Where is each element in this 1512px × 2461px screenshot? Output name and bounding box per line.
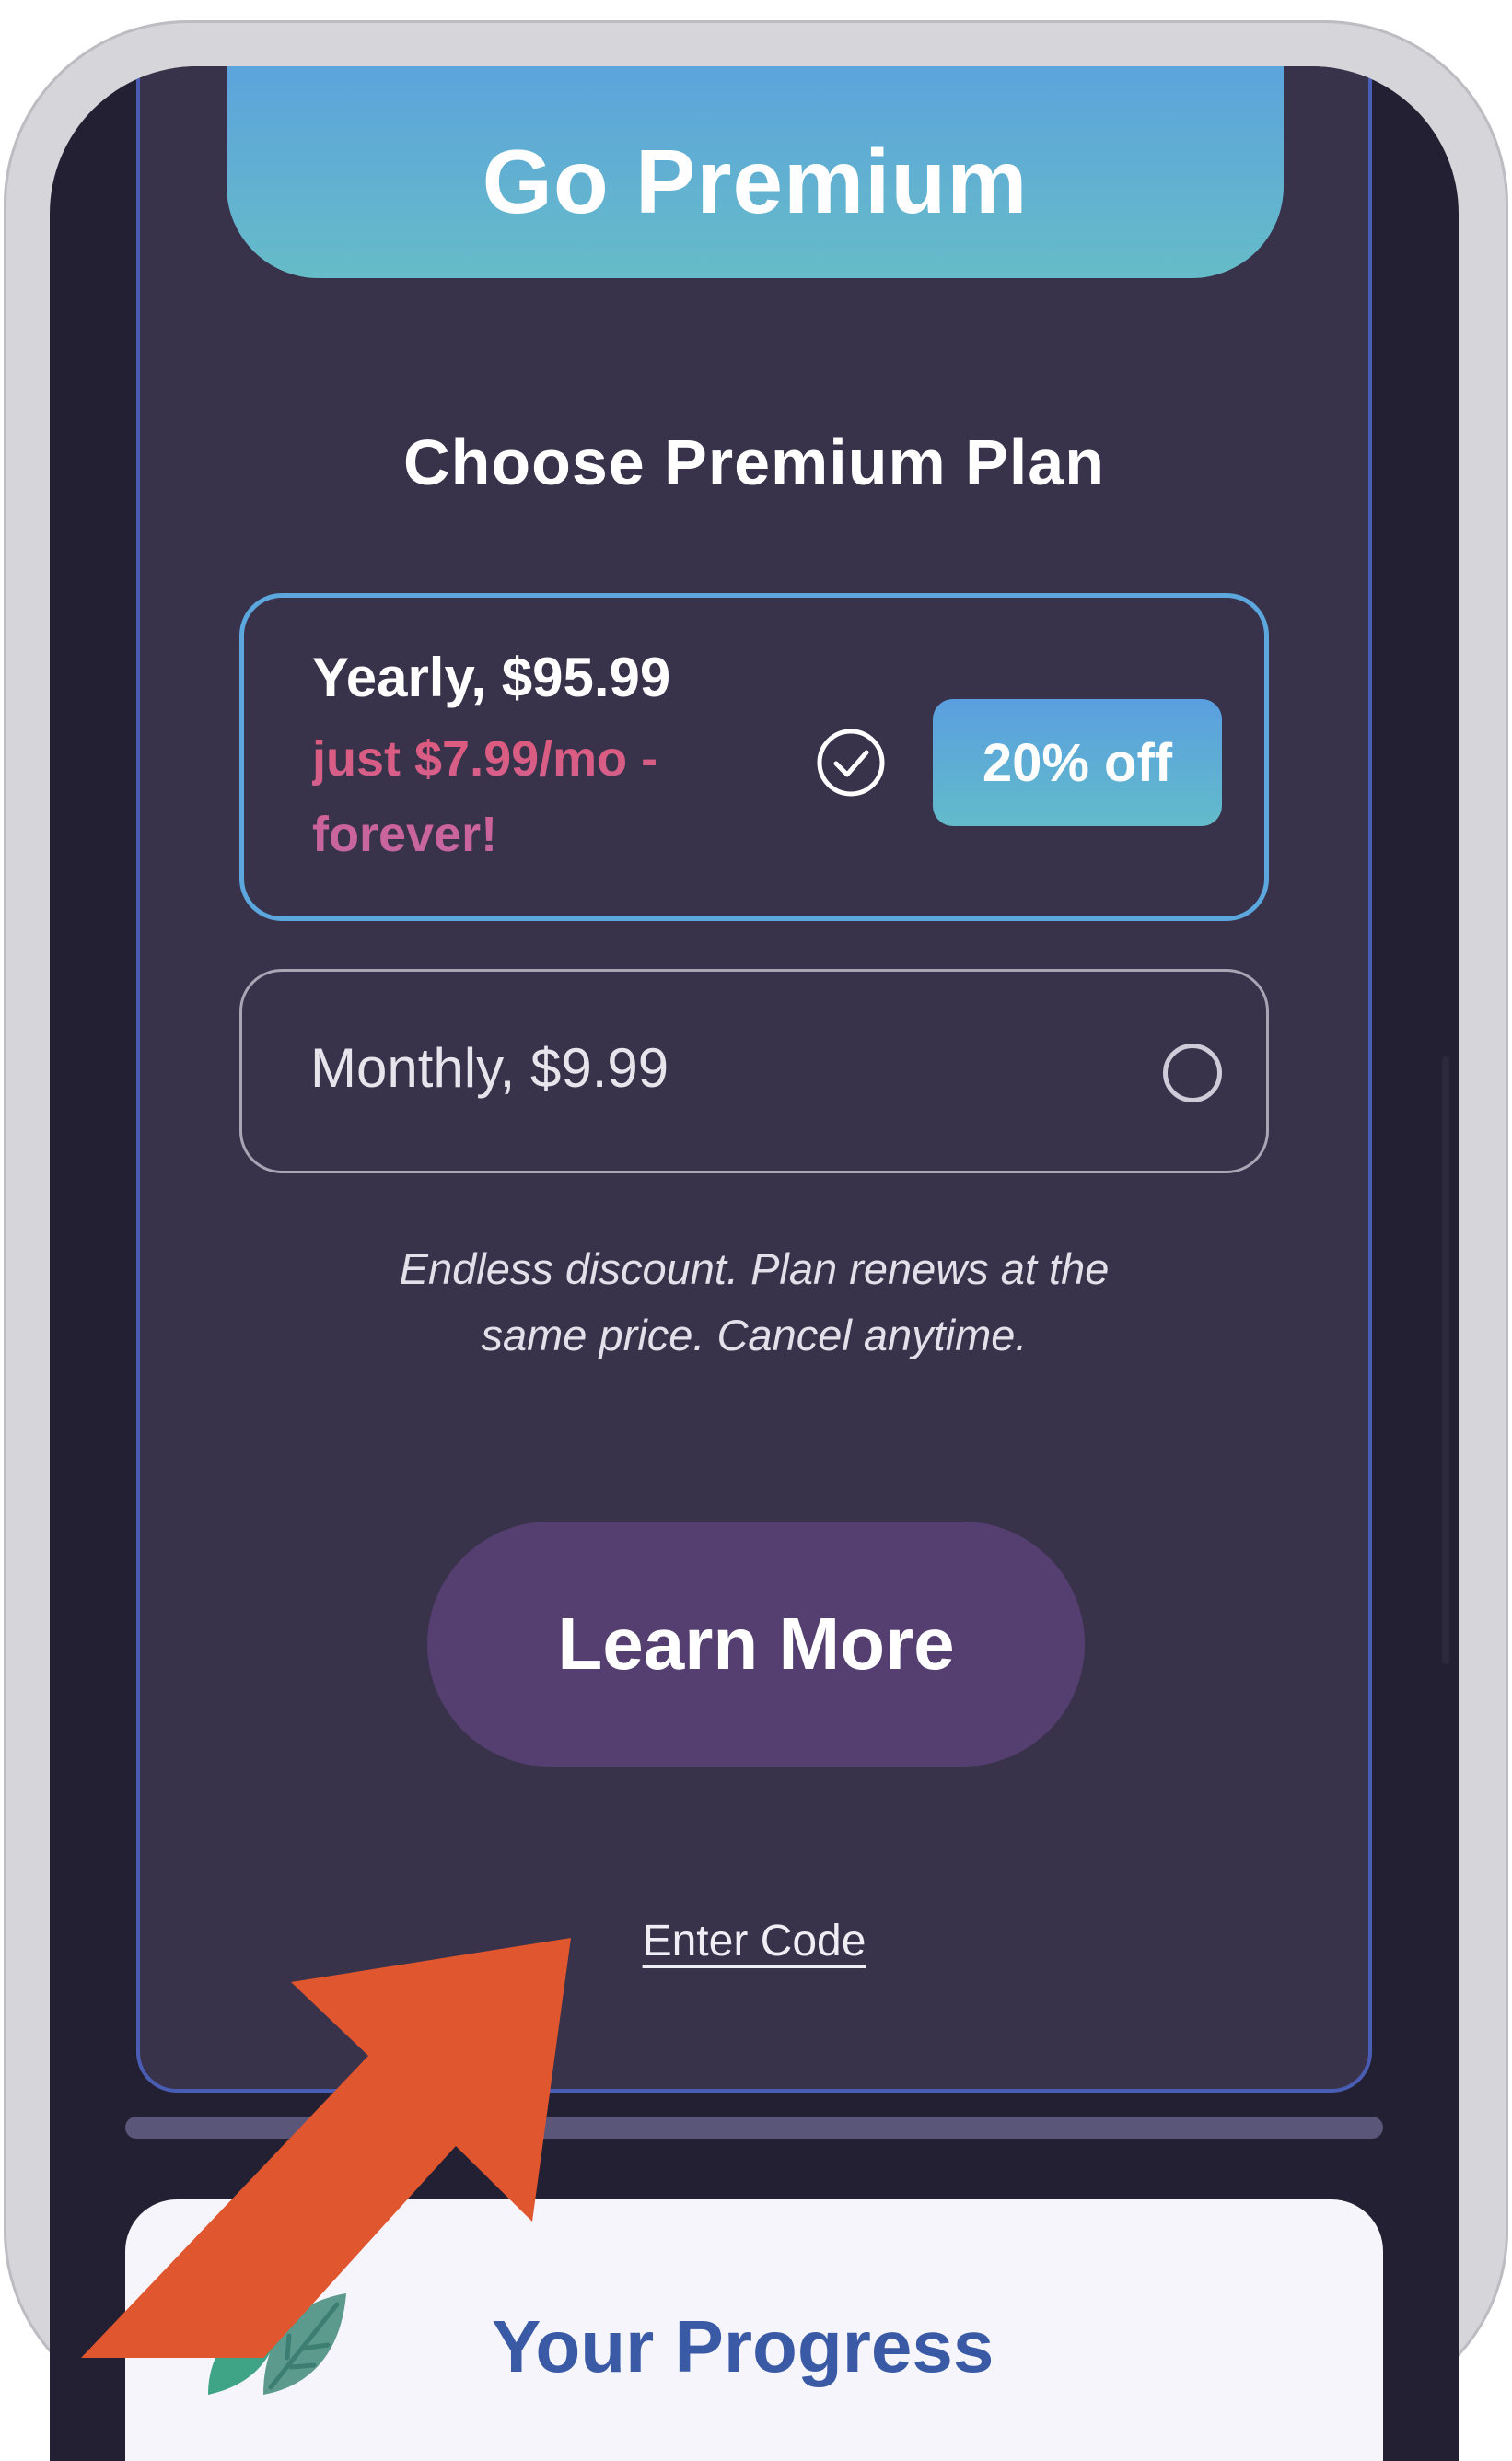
learn-more-label: Learn More bbox=[557, 1603, 955, 1685]
radio-circle-icon[interactable] bbox=[1163, 1044, 1222, 1102]
discount-badge: 20% off bbox=[933, 699, 1222, 826]
leaf-icon bbox=[208, 2293, 346, 2395]
monthly-plan-title: Monthly, $9.99 bbox=[310, 1037, 669, 1099]
plan-option-yearly[interactable]: Yearly, $95.99 just $7.99/mo - forever! … bbox=[239, 593, 1269, 921]
learn-more-button[interactable]: Learn More bbox=[427, 1522, 1085, 1767]
discount-badge-label: 20% off bbox=[982, 732, 1173, 793]
check-circle-icon bbox=[817, 729, 885, 797]
section-divider bbox=[125, 2117, 1383, 2139]
disclaimer-line-2: same price. Cancel anytime. bbox=[481, 1311, 1028, 1359]
yearly-plan-title: Yearly, $95.99 bbox=[312, 647, 671, 708]
go-premium-button[interactable]: Go Premium bbox=[227, 66, 1284, 278]
progress-title: Your Progress bbox=[492, 2305, 994, 2387]
go-premium-label: Go Premium bbox=[482, 131, 1029, 232]
plan-title: Choose Premium Plan bbox=[403, 426, 1105, 498]
plan-disclaimer: Endless discount. Plan renews at the sam… bbox=[50, 1236, 1459, 1369]
disclaimer-line-1: Endless discount. Plan renews at the bbox=[399, 1244, 1110, 1293]
app-screen: Go Premium Choose Premium Plan Yearly, $… bbox=[50, 66, 1459, 2461]
enter-code-link[interactable]: Enter Code bbox=[50, 1916, 1459, 1966]
yearly-plan-subtitle: just $7.99/mo - forever! bbox=[312, 721, 736, 872]
plan-option-monthly[interactable]: Monthly, $9.99 bbox=[239, 969, 1269, 1173]
